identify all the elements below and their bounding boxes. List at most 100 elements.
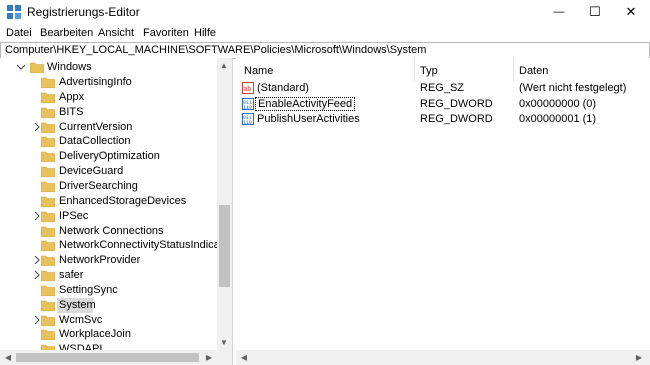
scroll-right-icon[interactable]: ▶ (204, 353, 214, 362)
scroll-right-icon[interactable]: ▶ (634, 353, 644, 362)
folder-icon (40, 329, 56, 341)
menu-hilfe[interactable]: Hilfe (194, 27, 216, 39)
svg-text:110: 110 (243, 105, 252, 110)
value-row[interactable]: 011 110 EnableActivityFeed REG_DWORD 0x00000… (236, 96, 650, 112)
value-type: REG_SZ (420, 82, 465, 94)
scroll-left-icon[interactable]: ◀ (239, 353, 249, 362)
folder-icon (40, 240, 56, 252)
folder-icon (29, 62, 45, 74)
tree-item-label: Appx (59, 90, 85, 103)
menu-bar: Datei Bearbeiten Ansicht Favoriten Hilfe (0, 24, 650, 42)
tree-item-label: IPSec (59, 209, 89, 222)
tree-item-label: System (59, 298, 96, 311)
folder-icon (40, 77, 56, 89)
close-button[interactable]: ✕ (613, 0, 649, 24)
tree-item-driversearching[interactable]: DriverSearching (0, 179, 217, 194)
tree-horizontal-scroll-thumb[interactable] (16, 353, 199, 362)
values-horizontal-scrollbar[interactable]: ◀ ▶ (236, 350, 650, 365)
dword-value-icon: 011110 (242, 97, 254, 110)
folder-icon (40, 270, 56, 282)
chevron-right-icon[interactable] (33, 211, 41, 220)
value-name[interactable]: PublishUserActivities (257, 113, 360, 125)
window-title: Registrierungs-Editor (27, 5, 140, 19)
value-row[interactable]: 011 110 PublishUserActivities REG_DWORD 0x00… (236, 112, 650, 127)
folder-icon (40, 285, 56, 297)
tree-item-ipsec[interactable]: IPSec (0, 209, 217, 224)
tree-item-windows[interactable]: Windows (0, 60, 217, 75)
dword-value-icon: 011110 (242, 113, 254, 125)
chevron-down-icon[interactable] (17, 63, 25, 71)
tree-item-networkprovider[interactable]: NetworkProvider (0, 253, 217, 268)
tree-item-label: NetworkProvider (59, 254, 141, 267)
svg-text:110: 110 (243, 120, 252, 125)
tree-item-networkconnectivitystatusindicator[interactable]: NetworkConnectivityStatusIndicator (0, 238, 232, 253)
tree-item-label: DataCollection (59, 135, 131, 148)
tree-item-label: AdvertisingInfo (59, 76, 132, 88)
tree-item-advertisinginfo[interactable]: AdvertisingInfo (0, 75, 217, 90)
tree-item-label: WorkplaceJoin (59, 328, 131, 341)
scroll-up-icon[interactable]: ▲ (219, 61, 229, 70)
chevron-right-icon[interactable] (33, 271, 41, 280)
menu-bearbeiten[interactable]: Bearbeiten (40, 27, 93, 39)
chevron-right-icon[interactable] (33, 122, 41, 131)
folder-icon (40, 196, 56, 208)
folder-icon (40, 107, 56, 118)
tree-item-network-connections[interactable]: Network Connections (0, 224, 217, 239)
values-pane[interactable]: Name Typ Daten ab (Standard) REG_SZ (Wert n… (236, 58, 650, 365)
folder-icon (40, 315, 56, 326)
tree-horizontal-scrollbar[interactable]: ◀ ▶ (0, 350, 232, 365)
folder-icon (40, 151, 56, 163)
tree-item-settingsync[interactable]: SettingSync (0, 283, 217, 298)
tree-item-label: DriverSearching (59, 179, 138, 192)
value-row[interactable]: ab (Standard) REG_SZ (Wert nicht festgelegt… (236, 81, 650, 96)
tree-vertical-scrollbar[interactable]: ▲ ▼ (217, 58, 232, 350)
tree-item-enhancedstoragedevices[interactable]: EnhancedStorageDevices (0, 194, 217, 209)
tree-item-currentversion[interactable]: CurrentVersion (0, 120, 217, 135)
menu-datei[interactable]: Datei (6, 27, 32, 39)
menu-favoriten[interactable]: Favoriten (143, 27, 189, 39)
folder-icon (40, 166, 56, 178)
folder-icon (40, 255, 56, 267)
maximize-icon: ☐ (589, 4, 601, 19)
close-icon: ✕ (625, 4, 637, 19)
registry-editor-icon (7, 5, 21, 19)
tree-item-deviceguard[interactable]: DeviceGuard (0, 164, 217, 179)
column-separator[interactable] (414, 58, 415, 81)
value-name[interactable]: EnableActivityFeed (254, 96, 356, 111)
value-data: 0x00000001 (1) (519, 113, 597, 125)
tree-item-safer[interactable]: safer (0, 268, 217, 283)
tree-item-label: WcmSvc (59, 313, 103, 326)
column-separator[interactable] (513, 58, 514, 81)
scroll-down-icon[interactable]: ▼ (219, 338, 229, 347)
folder-icon (40, 181, 56, 193)
string-value-icon: ab (242, 82, 254, 94)
folder-icon (40, 136, 56, 148)
value-type: REG_DWORD (420, 113, 493, 125)
tree-item-label: CurrentVersion (59, 120, 133, 133)
tree-item-appx[interactable]: Appx (0, 90, 217, 105)
value-data: (Wert nicht festgelegt) (519, 82, 627, 94)
tree-pane[interactable]: Windows AdvertisingInfo Appx BITS CurrentVer… (0, 58, 233, 365)
tree-item-label: DeliveryOptimization (59, 150, 160, 163)
folder-icon (40, 300, 56, 312)
minimize-button[interactable]: — (541, 0, 577, 24)
tree-item-datacollection[interactable]: DataCollection (0, 134, 217, 149)
address-bar[interactable]: Computer\HKEY_LOCAL_MACHINE\SOFTWARE\Pol… (0, 42, 650, 59)
tree-item-workplacejoin[interactable]: WorkplaceJoin (0, 327, 217, 342)
tree-item-bits[interactable]: BITS (0, 105, 217, 120)
chevron-right-icon[interactable] (33, 256, 41, 265)
svg-text:ab: ab (244, 86, 252, 93)
tree-item-label: SettingSync (59, 283, 118, 296)
tree-vertical-scroll-thumb[interactable] (219, 205, 230, 287)
menu-ansicht[interactable]: Ansicht (98, 27, 134, 39)
value-type: REG_DWORD (420, 97, 493, 110)
tree-item-deliveryoptimization[interactable]: DeliveryOptimization (0, 149, 217, 164)
folder-icon (40, 226, 56, 237)
maximize-button[interactable]: ☐ (577, 0, 613, 24)
value-name[interactable]: (Standard) (257, 82, 309, 94)
scroll-left-icon[interactable]: ◀ (3, 353, 13, 362)
chevron-right-icon[interactable] (33, 315, 41, 324)
tree-item-system[interactable]: System (40, 297, 96, 313)
tree-item-wcmsvc[interactable]: WcmSvc (0, 313, 217, 328)
tree-item-label: EnhancedStorageDevices (59, 194, 187, 207)
